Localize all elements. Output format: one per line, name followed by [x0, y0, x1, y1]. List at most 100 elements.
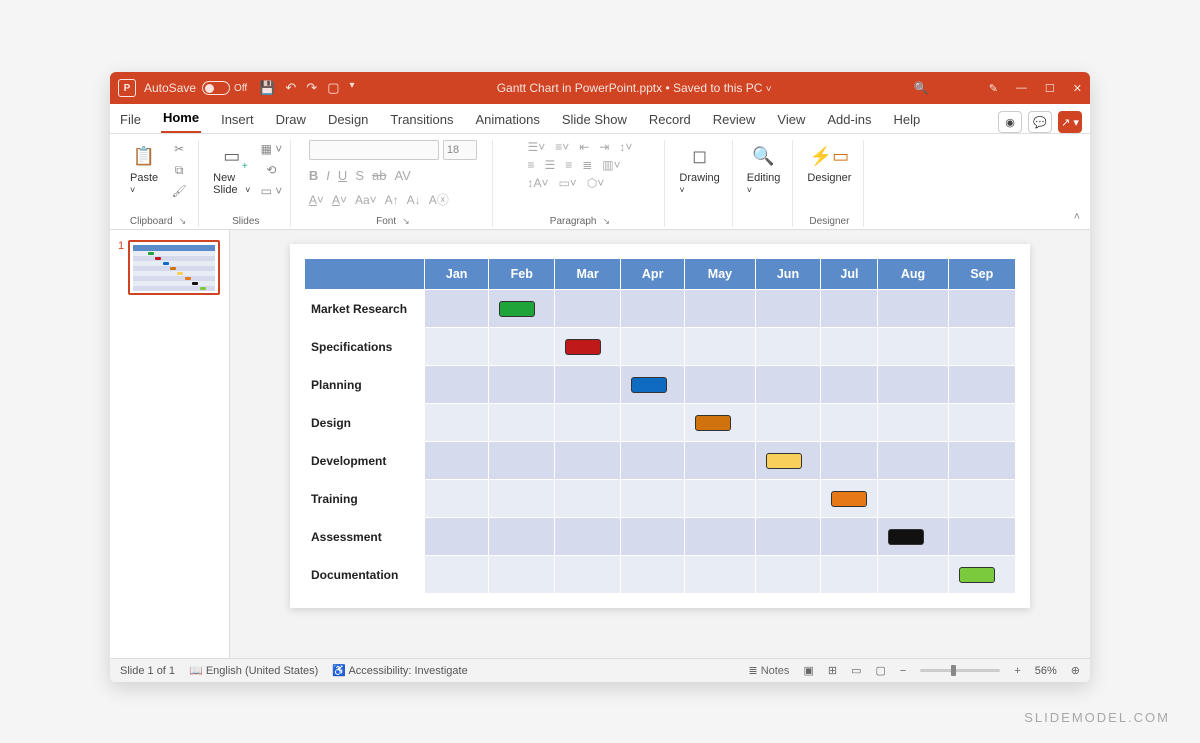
- toggle-icon[interactable]: [202, 81, 230, 95]
- clear-format-button[interactable]: Aⓧ: [429, 191, 449, 208]
- tab-help[interactable]: Help: [891, 106, 922, 133]
- strike-button[interactable]: S: [355, 168, 364, 183]
- zoom-slider[interactable]: [920, 669, 1000, 672]
- gantt-bar[interactable]: [695, 415, 731, 431]
- paste-button[interactable]: 📋 Paste˅: [126, 140, 162, 198]
- tab-review[interactable]: Review: [711, 106, 758, 133]
- smartart-button[interactable]: ⬡˅: [587, 176, 604, 190]
- gantt-row[interactable]: Training: [305, 480, 1016, 518]
- bullets-button[interactable]: ☰˅: [527, 140, 545, 154]
- indent-left-button[interactable]: ⇤: [579, 140, 589, 154]
- layout-icon[interactable]: ▦ ˅: [260, 140, 282, 158]
- search-icon[interactable]: 🔍: [914, 81, 929, 95]
- cut-icon[interactable]: ✂: [168, 140, 190, 158]
- maximize-button[interactable]: ☐: [1045, 82, 1055, 95]
- drawing-button[interactable]: ◻ Drawing˅: [675, 140, 723, 198]
- shrink-font-button[interactable]: A↓: [407, 193, 421, 207]
- ink-icon[interactable]: ✎: [989, 82, 998, 95]
- gantt-row[interactable]: Specifications: [305, 328, 1016, 366]
- gantt-row[interactable]: Market Research: [305, 290, 1016, 328]
- collapse-ribbon-icon[interactable]: ˄: [1074, 211, 1080, 223]
- font-family-select[interactable]: [309, 140, 439, 160]
- tab-animations[interactable]: Animations: [474, 106, 542, 133]
- underline-button[interactable]: U: [338, 168, 347, 183]
- gantt-row[interactable]: Development: [305, 442, 1016, 480]
- tab-addins[interactable]: Add-ins: [825, 106, 873, 133]
- tab-design[interactable]: Design: [326, 106, 370, 133]
- tab-slideshow[interactable]: Slide Show: [560, 106, 629, 133]
- gantt-row[interactable]: Planning: [305, 366, 1016, 404]
- share-button[interactable]: ↗ ▾: [1058, 111, 1082, 133]
- gantt-row[interactable]: Documentation: [305, 556, 1016, 594]
- gantt-chart-table[interactable]: Jan Feb Mar Apr May Jun Jul Aug Sep Mark…: [304, 258, 1016, 594]
- fit-to-window-icon[interactable]: ⊕: [1071, 664, 1080, 677]
- align-center-button[interactable]: ☰: [544, 158, 555, 172]
- accessibility-status[interactable]: ♿ Accessibility: Investigate: [332, 664, 467, 677]
- align-text-button[interactable]: ▭˅: [558, 176, 576, 190]
- indent-right-button[interactable]: ⇥: [599, 140, 609, 154]
- redo-icon[interactable]: ↷: [306, 80, 317, 96]
- section-icon[interactable]: ▭ ˅: [260, 182, 282, 200]
- gantt-row[interactable]: Assessment: [305, 518, 1016, 556]
- undo-icon[interactable]: ↶: [285, 80, 296, 96]
- grow-font-button[interactable]: A↑: [385, 193, 399, 207]
- gantt-bar[interactable]: [766, 453, 802, 469]
- copy-icon[interactable]: ⧉: [168, 161, 190, 179]
- shadow-button[interactable]: ab: [372, 168, 386, 183]
- normal-view-icon[interactable]: ▣: [803, 664, 813, 677]
- slideshow-view-icon[interactable]: ▢: [875, 664, 885, 677]
- new-slide-button[interactable]: ▭+ New Slide˅: [209, 140, 254, 198]
- save-icon[interactable]: 💾: [259, 80, 275, 96]
- slide-canvas[interactable]: Jan Feb Mar Apr May Jun Jul Aug Sep Mark…: [230, 230, 1090, 658]
- minimize-button[interactable]: —: [1016, 82, 1027, 95]
- tab-record[interactable]: Record: [647, 106, 693, 133]
- highlight-button[interactable]: A˅: [332, 193, 347, 207]
- text-direction-button[interactable]: ↕A˅: [527, 176, 548, 190]
- tab-insert[interactable]: Insert: [219, 106, 256, 133]
- tab-file[interactable]: File: [118, 106, 143, 133]
- font-color-button[interactable]: A˅: [309, 193, 324, 207]
- gantt-bar[interactable]: [499, 301, 535, 317]
- tab-home[interactable]: Home: [161, 104, 201, 133]
- record-button[interactable]: ◉: [998, 111, 1022, 133]
- numbering-button[interactable]: ≡˅: [555, 140, 569, 154]
- gantt-bar[interactable]: [631, 377, 667, 393]
- reset-icon[interactable]: ⟲: [260, 161, 282, 179]
- zoom-out-button[interactable]: −: [900, 665, 906, 677]
- editing-button[interactable]: 🔍 Editing˅: [743, 140, 785, 198]
- gantt-bar[interactable]: [565, 339, 601, 355]
- columns-button[interactable]: ▥˅: [602, 158, 620, 172]
- dialog-launcher-icon[interactable]: ↘: [402, 216, 410, 227]
- language-status[interactable]: 📖 English (United States): [189, 664, 318, 677]
- dialog-launcher-icon[interactable]: ↘: [602, 216, 610, 227]
- align-left-button[interactable]: ≡: [527, 158, 534, 172]
- document-title[interactable]: Gantt Chart in PowerPoint.pptx • Saved t…: [355, 81, 914, 95]
- case-button[interactable]: Aa˅: [355, 193, 377, 207]
- sorter-view-icon[interactable]: ⊞: [828, 664, 837, 677]
- format-painter-icon[interactable]: 🖌: [168, 182, 190, 200]
- tab-view[interactable]: View: [775, 106, 807, 133]
- gantt-row[interactable]: Design: [305, 404, 1016, 442]
- present-icon[interactable]: ▢: [327, 80, 339, 96]
- reading-view-icon[interactable]: ▭: [851, 664, 861, 677]
- designer-button[interactable]: ⚡▭ Designer: [803, 140, 855, 186]
- bold-button[interactable]: B: [309, 168, 318, 183]
- tab-transitions[interactable]: Transitions: [388, 106, 455, 133]
- tab-draw[interactable]: Draw: [274, 106, 308, 133]
- autosave-toggle[interactable]: AutoSave Off: [144, 81, 247, 95]
- italic-button[interactable]: I: [326, 168, 330, 183]
- spacing-button[interactable]: AV: [394, 168, 410, 183]
- notes-button[interactable]: ≣ Notes: [748, 664, 789, 677]
- align-right-button[interactable]: ≡: [565, 158, 572, 172]
- zoom-in-button[interactable]: +: [1014, 665, 1020, 677]
- justify-button[interactable]: ≣: [582, 158, 592, 172]
- font-size-select[interactable]: [443, 140, 477, 160]
- gantt-bar[interactable]: [831, 491, 867, 507]
- slide-counter[interactable]: Slide 1 of 1: [120, 665, 175, 677]
- gantt-bar[interactable]: [959, 567, 995, 583]
- gantt-bar[interactable]: [888, 529, 924, 545]
- dialog-launcher-icon[interactable]: ↘: [179, 216, 187, 227]
- slide-thumbnail-1[interactable]: [128, 240, 220, 295]
- slide-1[interactable]: Jan Feb Mar Apr May Jun Jul Aug Sep Mark…: [290, 244, 1030, 608]
- line-spacing-button[interactable]: ↕˅: [619, 140, 632, 154]
